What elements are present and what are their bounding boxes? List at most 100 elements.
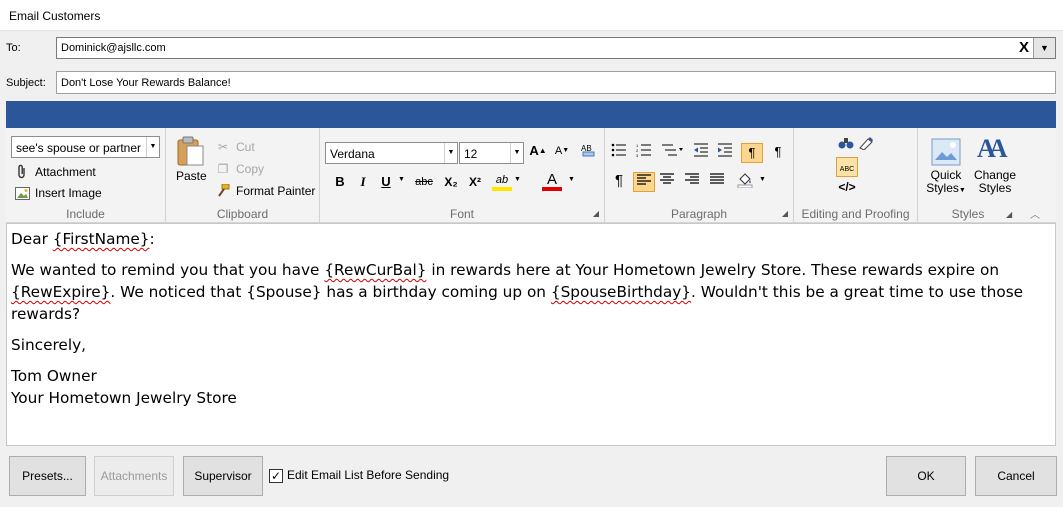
signature-store: Your Hometown Jewelry Store <box>11 389 237 407</box>
change-styles-label-2: Styles <box>978 181 1012 195</box>
greeting-suffix: : <box>149 230 155 248</box>
include-group-label: Include <box>66 207 105 221</box>
find-button[interactable] <box>836 136 856 156</box>
include-group: see's spouse or partner ▼ Attachment Ins… <box>6 128 166 223</box>
format-painter-label: Format Painter <box>236 184 316 198</box>
merge-field-firstname: {FirstName} <box>52 230 150 248</box>
multilevel-list-button[interactable] <box>659 143 685 163</box>
ltr-pilcrow-icon: ¶ <box>748 145 756 160</box>
align-right-button[interactable] <box>682 172 702 192</box>
supervisor-button[interactable]: Supervisor <box>183 456 263 496</box>
align-left-button[interactable] <box>633 172 655 192</box>
cut-button[interactable]: ✂ Cut <box>214 137 255 157</box>
window-title: Email Customers <box>9 9 101 23</box>
code-icon: </> <box>838 180 856 194</box>
strikethrough-button[interactable]: abc <box>412 173 436 193</box>
attachment-button[interactable]: Attachment <box>13 162 96 182</box>
body-text-1: We wanted to remind you that you have <box>11 261 325 279</box>
paint-bucket-icon <box>737 173 753 189</box>
highlight-dropdown-icon[interactable]: ▼ <box>514 176 521 183</box>
rtl-direction-button[interactable]: ¶ <box>767 143 789 163</box>
quick-styles-button[interactable]: Quick Styles▼ <box>926 136 966 198</box>
decrease-indent-button[interactable] <box>691 143 711 163</box>
include-dropdown[interactable]: see's spouse or partner ▼ <box>11 136 160 158</box>
merge-field-rewexpire: {RewExpire} <box>11 283 111 301</box>
subject-value: Don't Lose Your Rewards Balance! <box>61 77 231 89</box>
font-group: Verdana ▼ 12 ▼ A▲ A▼ AB B I U ▼ abc X₂ X… <box>320 128 605 223</box>
bold-button[interactable]: B <box>330 173 350 193</box>
bullets-button[interactable] <box>609 143 629 163</box>
cancel-button[interactable]: Cancel <box>975 456 1057 496</box>
body-text-2: in rewards here at Your Hometown Jewelry… <box>426 261 1000 279</box>
spelling-button[interactable]: ABC <box>836 157 858 177</box>
italic-button[interactable]: I <box>353 173 373 193</box>
shrink-font-button[interactable]: A▼ <box>552 142 572 162</box>
multilevel-list-icon <box>662 144 683 156</box>
font-size-select[interactable]: 12 ▼ <box>459 142 524 164</box>
change-styles-button[interactable]: AA Change Styles <box>972 134 1018 198</box>
subject-label: Subject: <box>6 77 46 89</box>
clear-recipient-button[interactable]: X <box>1019 39 1029 56</box>
paintbrush-icon <box>214 184 232 198</box>
insert-image-button[interactable]: Insert Image <box>13 183 102 203</box>
indent-icon <box>718 143 732 157</box>
styles-group: Quick Styles▼ AA Change Styles ◢ ︿ Style… <box>918 128 1056 223</box>
align-center-button[interactable] <box>657 172 677 192</box>
replace-button[interactable] <box>856 136 876 156</box>
subject-field[interactable]: Don't Lose Your Rewards Balance! <box>56 71 1056 94</box>
edit-email-list-checkbox[interactable]: ✓ <box>269 469 283 483</box>
numbered-list-icon: 123 <box>636 143 651 158</box>
ok-button[interactable]: OK <box>886 456 966 496</box>
image-icon <box>13 186 31 200</box>
merge-field-spousebirthday: {SpouseBirthday} <box>550 283 692 301</box>
presets-button[interactable]: Presets... <box>9 456 86 496</box>
paperclip-icon <box>13 164 31 180</box>
ribbon: see's spouse or partner ▼ Attachment Ins… <box>6 128 1056 223</box>
font-color-button[interactable]: A <box>542 171 562 191</box>
clipboard-group: Paste ✂ Cut ❐ Copy Format Painter Clipbo… <box>166 128 320 223</box>
grow-font-button[interactable]: A▲ <box>528 142 548 162</box>
show-formatting-button[interactable]: ¶ <box>609 172 629 192</box>
clear-formatting-icon: AB <box>581 144 595 157</box>
underline-button[interactable]: U <box>376 173 396 193</box>
chevron-down-icon: ▼ <box>510 143 523 163</box>
superscript-button[interactable]: X² <box>465 173 485 193</box>
copy-button[interactable]: ❐ Copy <box>214 159 264 179</box>
replace-icon <box>859 137 873 151</box>
signature-name: Tom Owner <box>11 367 97 385</box>
shading-button[interactable] <box>735 172 755 192</box>
subscript-button[interactable]: X₂ <box>441 173 461 193</box>
font-family-select[interactable]: Verdana ▼ <box>325 142 458 164</box>
outdent-icon <box>694 143 708 157</box>
highlight-button[interactable]: ab <box>492 171 512 191</box>
attachments-button[interactable]: Attachments <box>94 456 174 496</box>
font-group-label: Font <box>449 207 474 221</box>
paste-button[interactable]: Paste <box>172 134 208 186</box>
rtl-pilcrow-icon: ¶ <box>774 144 782 159</box>
justify-button[interactable] <box>707 172 727 192</box>
include-dropdown-value: see's spouse or partner <box>16 141 142 155</box>
pilcrow-icon: ¶ <box>614 172 624 189</box>
format-painter-button[interactable]: Format Painter <box>214 181 315 201</box>
body-text-3: . We noticed that {Spouse} has a birthda… <box>110 283 551 301</box>
numbering-button[interactable]: 123 <box>634 143 654 163</box>
chevron-down-icon: ▼ <box>146 137 159 157</box>
increase-indent-button[interactable] <box>715 143 735 163</box>
shading-dropdown-icon[interactable]: ▼ <box>759 176 766 183</box>
editing-proofing-group-label: Editing and Proofing <box>801 207 910 221</box>
to-dropdown-button[interactable]: ▼ <box>1033 38 1055 58</box>
font-color-dropdown-icon[interactable]: ▼ <box>568 176 575 183</box>
insert-image-label: Insert Image <box>35 186 102 200</box>
collapse-ribbon-chevron-icon[interactable]: ︿ <box>1030 206 1040 221</box>
html-source-button[interactable]: </> <box>836 178 858 198</box>
bulleted-list-icon <box>611 143 626 157</box>
svg-text:3: 3 <box>636 153 639 157</box>
quick-styles-icon <box>931 138 961 166</box>
attachment-label: Attachment <box>35 165 96 179</box>
ltr-direction-button[interactable]: ¶ <box>741 143 763 163</box>
underline-dropdown-icon[interactable]: ▼ <box>398 176 405 183</box>
email-body-editor[interactable]: Dear {FirstName}: We wanted to remind yo… <box>6 223 1056 446</box>
to-field[interactable]: Dominick@ajsllc.com X ▼ <box>56 37 1056 59</box>
styles-group-label: Styles <box>951 207 985 221</box>
clear-formatting-button[interactable]: AB <box>578 142 598 162</box>
